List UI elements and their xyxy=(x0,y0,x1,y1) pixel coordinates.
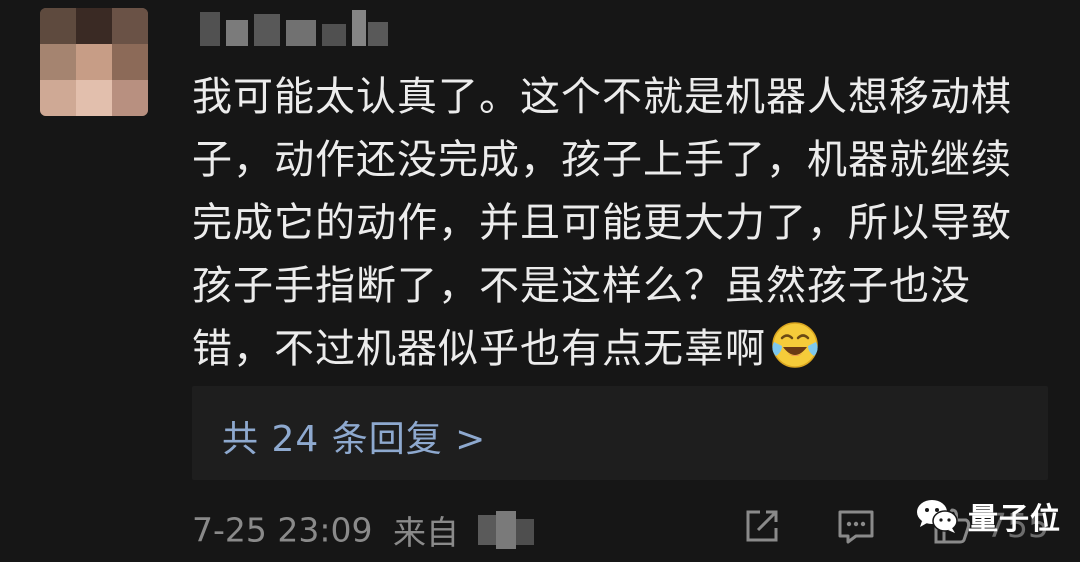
comment-line: 子，动作还没完成，孩子上手了，机器就继续 xyxy=(192,137,1012,183)
username-blurred[interactable] xyxy=(196,6,396,46)
comment-button[interactable] xyxy=(834,504,878,548)
comment-text: 我可能太认真了。这个不就是机器人想移动棋 子，动作还没完成，孩子上手了，机器就继… xyxy=(192,66,1054,381)
watermark-text: 量子位 xyxy=(968,502,1061,537)
timestamp: 7-25 23:09 xyxy=(192,510,373,550)
view-replies-link[interactable]: 共 24 条回复 > xyxy=(222,410,486,462)
source-label: 来自 xyxy=(393,513,459,552)
comment-meta: 7-25 23:09 来自 xyxy=(192,506,534,554)
user-avatar[interactable] xyxy=(40,8,148,116)
location-blurred xyxy=(477,511,534,549)
comment-line: 孩子手指断了，不是这样么？虽然孩子也没 xyxy=(192,263,971,309)
wechat-icon xyxy=(917,500,958,533)
comment-line: 我可能太认真了。这个不就是机器人想移动棋 xyxy=(192,74,1012,120)
comment-icon xyxy=(838,510,874,544)
watermark: 量子位 xyxy=(914,494,1061,538)
comment-line-text: 错，不过机器似乎也有点无辜啊 xyxy=(192,326,766,372)
share-button[interactable] xyxy=(740,504,784,548)
comment-line: 完成它的动作，并且可能更大力了，所以导致 xyxy=(192,200,1012,246)
comment-line: 错，不过机器似乎也有点无辜啊 xyxy=(192,318,1054,381)
replies-container: 共 24 条回复 > xyxy=(192,386,1048,480)
share-icon xyxy=(746,510,778,542)
crying-laughing-emoji-icon xyxy=(772,322,818,368)
